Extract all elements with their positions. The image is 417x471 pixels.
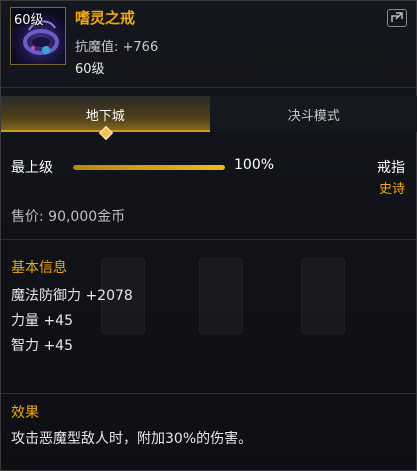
tab-dungeon[interactable]: 地下城 — [1, 96, 210, 141]
price-divider — [1, 239, 416, 240]
tab-pvp-label: 决斗模式 — [287, 108, 340, 124]
mode-tabs: 地下城 决斗模式 — [1, 96, 417, 141]
effect-title: 效果 — [11, 405, 39, 421]
effect-divider — [1, 393, 416, 394]
header-divider — [1, 87, 416, 88]
share-icon — [391, 12, 403, 22]
item-magic-resist: 抗魔值: +766 — [75, 40, 159, 55]
item-rarity: 史诗 — [378, 182, 405, 197]
tab-active-indicator-icon — [99, 125, 114, 141]
grade-percent: 100% — [234, 157, 275, 173]
grade-progress-fill — [73, 165, 225, 170]
item-name: 嗜灵之戒 — [75, 9, 136, 27]
item-level: 60级 — [75, 62, 105, 77]
item-icon: 60级 — [10, 7, 66, 65]
tab-dungeon-label: 地下城 — [85, 108, 125, 124]
background-watermark — [301, 258, 345, 334]
item-tooltip-panel: 60级 嗜灵之戒 抗魔值: +766 60级 地下城 决斗模式 最上级 100%… — [0, 0, 417, 471]
item-level-badge: 60级 — [14, 13, 44, 28]
item-type: 戒指 — [377, 160, 405, 176]
effect-description: 攻击恶魔型敌人时，附加30%的伤害。 — [11, 431, 253, 447]
tab-pvp[interactable]: 决斗模式 — [209, 96, 417, 132]
sell-price: 售价: 90,000金币 — [11, 209, 126, 225]
grade-progress-bar — [73, 165, 225, 170]
background-watermark — [199, 258, 243, 334]
share-button[interactable] — [387, 9, 407, 27]
basic-info-title: 基本信息 — [11, 260, 67, 276]
stat-strength: 力量 +45 — [11, 313, 73, 329]
stat-intelligence: 智力 +45 — [11, 338, 73, 354]
grade-label: 最上级 — [11, 160, 53, 176]
stat-magic-defense: 魔法防御力 +2078 — [11, 288, 133, 304]
